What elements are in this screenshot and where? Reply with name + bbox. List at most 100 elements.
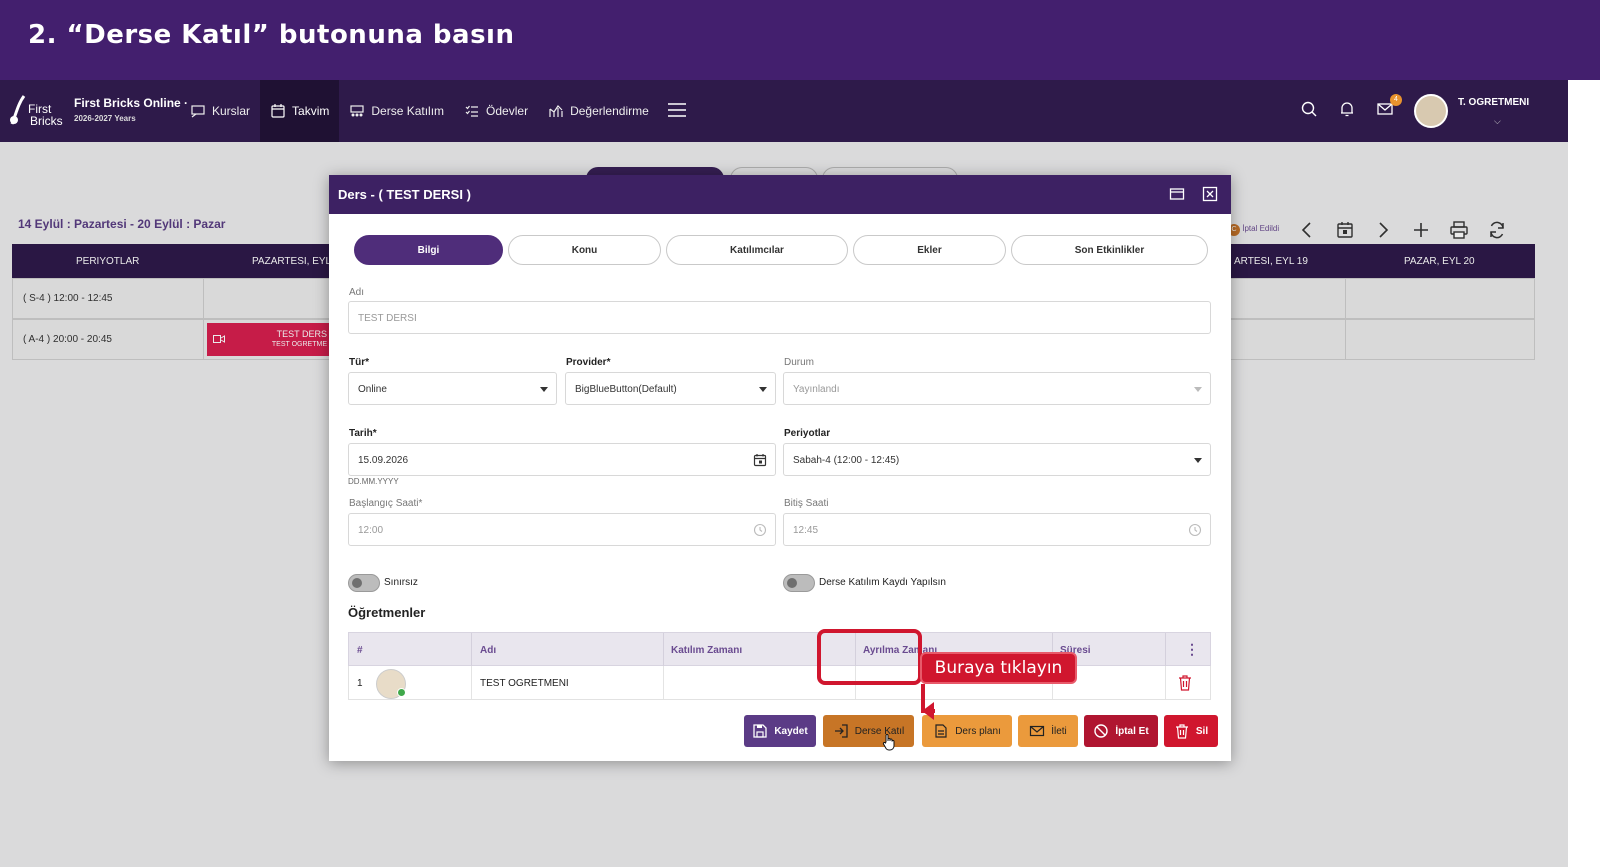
save-button[interactable]: Kaydet [744, 715, 816, 747]
trash-icon[interactable] [1178, 675, 1192, 691]
end-time-value: 12:45 [793, 525, 819, 536]
tab-bilgi[interactable]: Bilgi [354, 235, 503, 265]
unlimited-toggle[interactable] [348, 574, 380, 592]
instruction-title: 2. “Derse Katıl” butonuna basın [28, 20, 515, 50]
logo-swoosh-icon [10, 95, 26, 125]
delete-button-label: Sil [1195, 725, 1209, 737]
nav-item-label: Kurslar [212, 104, 251, 118]
mail-icon [1030, 725, 1045, 737]
lesson-dialog: Ders - ( TEST DERSI ) Bilgi Konu Katılım… [329, 175, 1231, 761]
start-time-label: Başlangıç Saati* [349, 498, 423, 509]
delete-button[interactable]: Sil [1164, 715, 1218, 747]
name-label: Adı [349, 287, 365, 298]
nav-item-derse-katilim[interactable]: Derse Katılım [339, 80, 454, 142]
nav-item-label: Takvim [292, 104, 330, 118]
highlight-box [817, 629, 922, 685]
message-button[interactable]: İleti [1018, 715, 1078, 747]
teachers-section-title: Öğretmenler [348, 605, 426, 620]
date-value: 15.09.2026 [358, 455, 409, 466]
date-field[interactable]: 15.09.2026 [348, 443, 776, 476]
column-divider [663, 666, 664, 699]
document-icon [935, 724, 947, 738]
table-header: # Adı Katılım Zamanı Ayrılma Zamanı Süre… [348, 632, 1211, 666]
provider-label: Provider* [566, 357, 611, 368]
cancel-icon [1094, 724, 1109, 738]
cancel-lesson-button-label: İptal Et [1115, 725, 1149, 737]
dialog-title: Ders - ( TEST DERSI ) [338, 187, 471, 202]
tab-son-etkinlikler[interactable]: Son Etkinlikler [1011, 235, 1208, 265]
column-divider [471, 666, 472, 699]
maximize-icon[interactable] [1169, 186, 1185, 202]
close-icon[interactable] [1202, 186, 1218, 202]
provider-select[interactable]: BigBlueButton(Default) [565, 372, 776, 405]
dialog-tabs: Bilgi Konu Katılımcılar Ekler Son Etkinl… [354, 235, 1208, 265]
page-margin [1568, 80, 1600, 867]
nav-item-odevler[interactable]: Ödevler [454, 80, 538, 142]
cancel-lesson-button[interactable]: İptal Et [1084, 715, 1158, 747]
caret-down-icon [1194, 458, 1202, 463]
app-screen: First Bricks First Bricks Online · 2026-… [0, 80, 1568, 867]
save-icon [753, 724, 767, 738]
trash-icon [1175, 724, 1188, 739]
status-value: Yayınlandı [793, 384, 840, 395]
teacher-name: TEST OGRETMENI [480, 678, 569, 689]
row-number: 1 [357, 678, 363, 689]
column-divider [663, 633, 664, 666]
chart-icon [549, 105, 563, 117]
nav-item-degerlendirme[interactable]: Değerlendirme [538, 80, 659, 142]
name-value: TEST DERSI [358, 313, 417, 324]
main-menu: Kurslar Takvim Derse Katılım Ödevler Değ… [180, 80, 659, 142]
start-time-value: 12:00 [358, 525, 384, 536]
attendance-record-toggle[interactable] [783, 574, 815, 592]
join-lesson-button[interactable]: Derse Katıl [823, 715, 914, 747]
top-navbar: First Bricks First Bricks Online · 2026-… [0, 80, 1568, 142]
calendar-icon [271, 104, 285, 118]
more-vertical-icon[interactable]: ⋮ [1185, 641, 1199, 658]
nav-item-kurslar[interactable]: Kurslar [180, 80, 260, 142]
callout-label: Buraya tıklayın [920, 652, 1077, 684]
nav-item-takvim[interactable]: Takvim [260, 80, 340, 142]
lesson-plan-button-label: Ders planı [955, 725, 1001, 737]
hand-cursor-icon [882, 734, 895, 751]
lesson-plan-button[interactable]: Ders planı [922, 715, 1012, 747]
app-logo[interactable]: First Bricks [8, 90, 64, 132]
column-header: # [357, 645, 363, 656]
calendar-icon[interactable] [753, 453, 767, 467]
column-divider [471, 633, 472, 666]
caret-down-icon [540, 387, 548, 392]
start-time-field[interactable]: 12:00 [348, 513, 776, 546]
tab-ekler[interactable]: Ekler [853, 235, 1006, 265]
attendance-record-label: Derse Katılım Kaydı Yapılsın [819, 577, 946, 588]
clock-icon [753, 523, 767, 537]
type-select[interactable]: Online [348, 372, 557, 405]
nav-item-label: Ödevler [486, 104, 529, 118]
provider-value: BigBlueButton(Default) [575, 384, 677, 395]
name-field[interactable]: TEST DERSI [348, 301, 1211, 334]
periods-select[interactable]: Sabah-4 (12:00 - 12:45) [783, 443, 1211, 476]
type-value: Online [358, 384, 387, 395]
user-name[interactable]: T. OGRETMENI [1458, 97, 1529, 108]
periods-value: Sabah-4 (12:00 - 12:45) [793, 455, 900, 466]
login-icon [834, 724, 848, 738]
user-avatar[interactable] [1414, 94, 1448, 128]
tab-katilimcilar[interactable]: Katılımcılar [666, 235, 848, 265]
nav-item-label: Değerlendirme [570, 104, 649, 118]
academic-year[interactable]: 2026-2027 Years [74, 114, 136, 123]
attendance-icon [350, 105, 364, 117]
mail-count-badge: 4 [1390, 94, 1402, 106]
chevron-down-icon[interactable]: ⌵ [1494, 116, 1501, 127]
bell-icon[interactable] [1338, 100, 1356, 118]
hamburger-menu-icon[interactable] [668, 102, 686, 118]
status-select[interactable]: Yayınlandı [783, 372, 1211, 405]
join-lesson-button-label: Derse Katıl [854, 725, 905, 737]
search-icon[interactable] [1300, 100, 1318, 118]
course-icon [191, 105, 205, 118]
brand-name: First Bricks Online · [74, 96, 189, 110]
end-time-field[interactable]: 12:45 [783, 513, 1211, 546]
column-header: Katılım Zamanı [671, 645, 743, 656]
tab-konu[interactable]: Konu [508, 235, 661, 265]
header-actions [1300, 100, 1394, 118]
date-label: Tarih* [349, 428, 377, 439]
checklist-icon [465, 105, 479, 117]
caret-down-icon [1194, 387, 1202, 392]
